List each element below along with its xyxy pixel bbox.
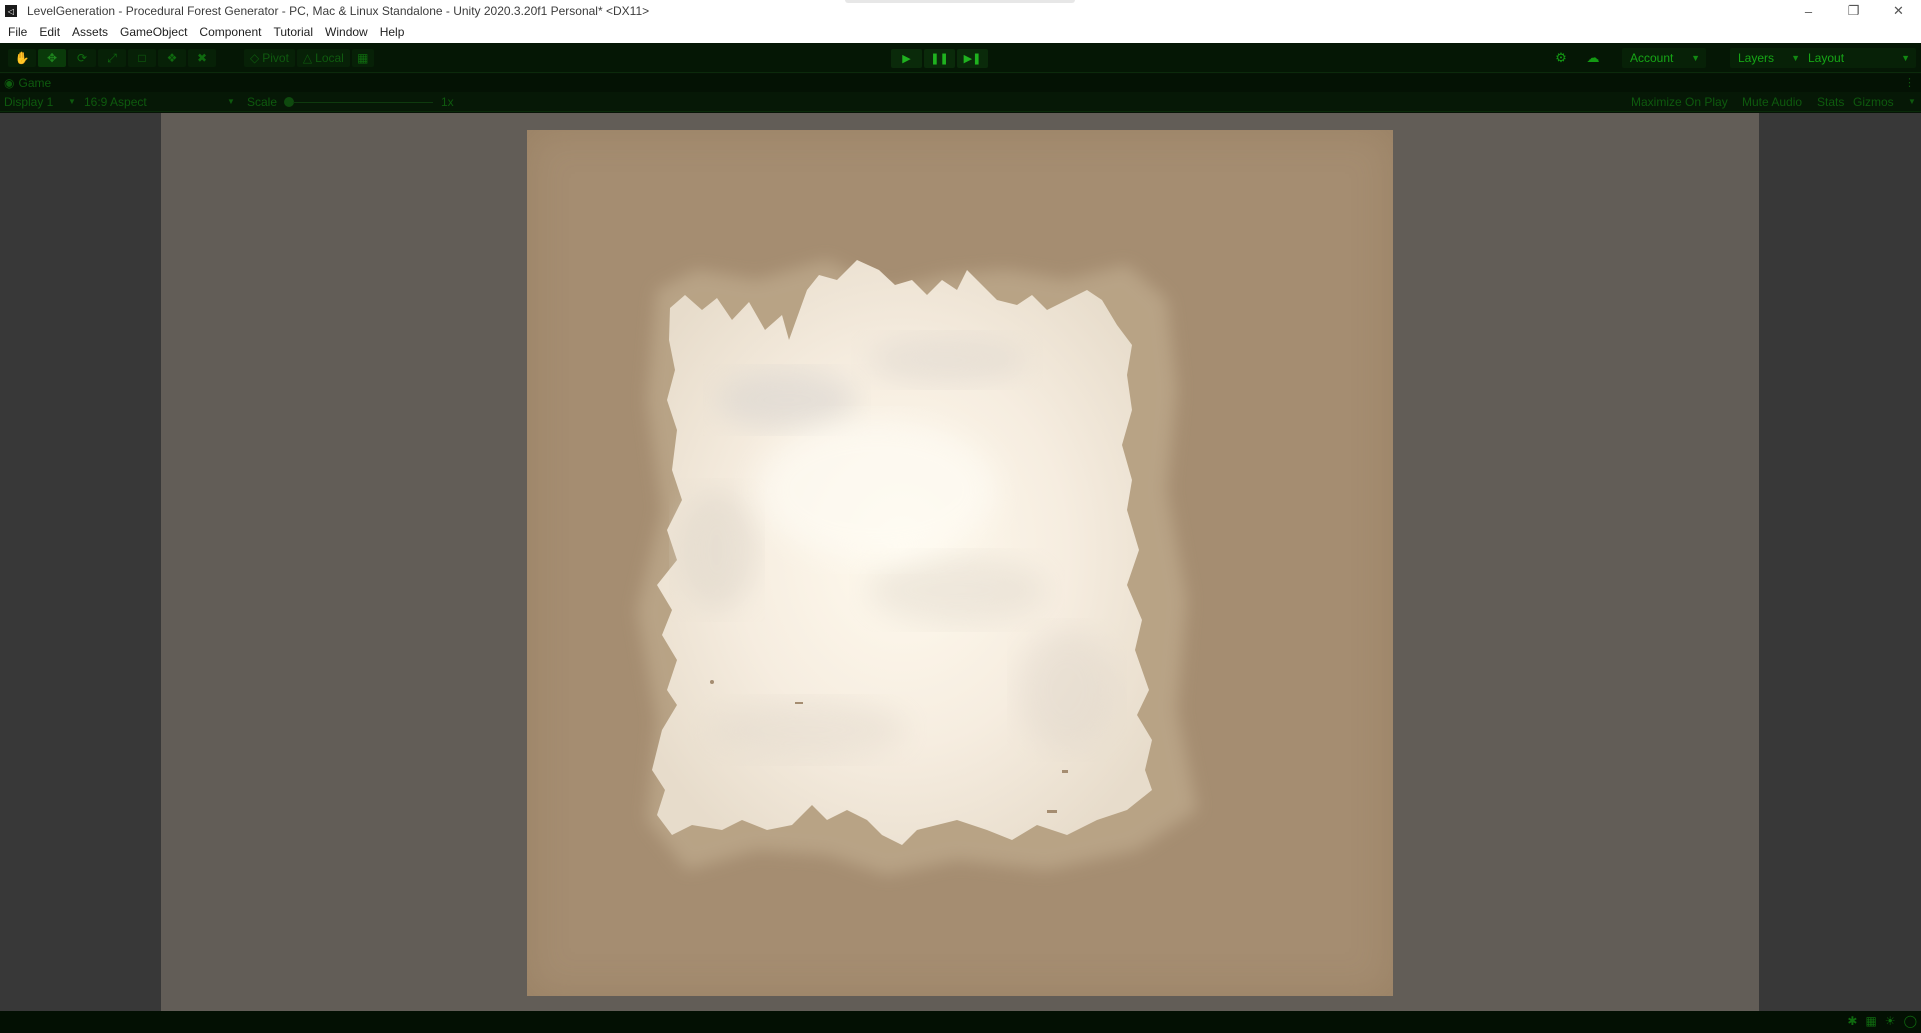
chevron-down-icon: ▼: [227, 97, 235, 106]
maximize-on-play-toggle[interactable]: Maximize On Play: [1631, 95, 1728, 109]
play-icon[interactable]: ▶: [891, 49, 922, 68]
account-dropdown[interactable]: Account ▼: [1622, 48, 1706, 68]
pivot-label: Pivot: [262, 51, 289, 65]
pivot-toggle[interactable]: ◇ Pivot: [244, 49, 295, 67]
pause-icon[interactable]: ❚❚: [924, 49, 955, 68]
unity-editor-window: ◁ LevelGeneration - Procedural Forest Ge…: [0, 0, 1921, 1033]
local-label: Local: [315, 51, 344, 65]
layers-dropdown-wrap: Layers ▼: [1730, 48, 1806, 68]
menu-assets[interactable]: Assets: [66, 22, 114, 43]
chevron-down-icon: ▼: [68, 97, 76, 106]
move-tool-icon[interactable]: ✥: [38, 49, 66, 67]
pivot-icon: ◇: [250, 51, 260, 65]
display-dropdown[interactable]: Display 1: [4, 95, 53, 109]
step-icon[interactable]: ▶❚: [957, 49, 988, 68]
layers-label: Layers: [1738, 51, 1775, 65]
tab-game[interactable]: ◉ Game: [4, 74, 51, 92]
hand-tool-icon[interactable]: ✋: [8, 49, 36, 67]
transform-tool-icon[interactable]: ❖: [158, 49, 186, 67]
cloud-icon[interactable]: ☁: [1580, 48, 1606, 68]
chevron-down-icon: ▼: [1691, 53, 1700, 63]
terrain-plane: [527, 130, 1393, 996]
gamepad-icon: ◉: [4, 76, 15, 90]
window-controls: – ❐ ✕: [1786, 0, 1921, 22]
kebab-menu-icon[interactable]: ⋮: [1904, 76, 1915, 89]
main-toolbar: ✋ ✥ ⟳ ⤢ □ ❖ ✖ ◇ Pivot △ Local ▦ ▶ ❚❚ ▶❚ …: [0, 43, 1921, 73]
layout-dropdown-wrap: Layout ▼: [1800, 48, 1916, 68]
game-canvas[interactable]: [161, 113, 1759, 1011]
unity-logo-icon: ◁: [5, 5, 17, 17]
menu-bar: File Edit Assets GameObject Component Tu…: [0, 22, 1921, 43]
window-title: LevelGeneration - Procedural Forest Gene…: [27, 4, 650, 18]
chevron-down-icon: ▼: [1901, 53, 1910, 63]
game-tab-bar: ◉ Game ⋮: [0, 74, 1921, 92]
layout-label: Layout: [1808, 51, 1845, 65]
transform-tools: ✋ ✥ ⟳ ⤢ □ ❖ ✖: [8, 49, 216, 67]
menu-gameobject[interactable]: GameObject: [114, 22, 193, 43]
title-drag-handle[interactable]: [845, 0, 1075, 3]
chevron-down-icon: ▼: [1908, 97, 1916, 106]
snow-terrain-image: [637, 260, 1197, 875]
menu-file[interactable]: File: [2, 22, 33, 43]
handle-toggles: ◇ Pivot △ Local ▦: [244, 49, 374, 67]
scale-slider[interactable]: [293, 102, 433, 103]
playmode-controls: ▶ ❚❚ ▶❚: [891, 49, 988, 68]
local-icon: △: [302, 51, 313, 65]
stats-toggle[interactable]: Stats: [1817, 95, 1844, 109]
tab-game-label: Game: [18, 76, 52, 90]
services-tools: ⚙ ☁: [1548, 48, 1606, 68]
menu-component[interactable]: Component: [193, 22, 267, 43]
collab-icon[interactable]: ⚙: [1548, 48, 1574, 68]
close-icon[interactable]: ✕: [1876, 0, 1921, 22]
debug-icon[interactable]: ✱: [1847, 1014, 1857, 1028]
status-bar: ✱ ▦ ☀ ◯: [0, 1011, 1921, 1033]
rect-tool-icon[interactable]: □: [128, 49, 156, 67]
cache-server-icon[interactable]: ▦: [1865, 1014, 1876, 1028]
auto-generate-lighting-icon[interactable]: ☀: [1885, 1014, 1896, 1028]
menu-window[interactable]: Window: [319, 22, 374, 43]
grid-snap-icon[interactable]: ▦: [351, 49, 374, 67]
game-view-controls: Display 1 ▼ 16:9 Aspect ▼ Scale 1x Maxim…: [0, 92, 1921, 112]
restore-icon[interactable]: ❐: [1831, 0, 1876, 22]
scale-tool-icon[interactable]: ⤢: [98, 49, 126, 67]
minimize-icon[interactable]: –: [1786, 0, 1831, 22]
local-toggle[interactable]: △ Local: [296, 49, 350, 67]
scale-label: Scale: [247, 95, 278, 109]
menu-tutorial[interactable]: Tutorial: [267, 22, 319, 43]
chevron-down-icon: ▼: [1791, 53, 1800, 63]
menu-help[interactable]: Help: [374, 22, 411, 43]
title-bar: ◁ LevelGeneration - Procedural Forest Ge…: [0, 0, 1921, 22]
layout-dropdown[interactable]: Layout ▼: [1800, 48, 1916, 68]
menu-edit[interactable]: Edit: [33, 22, 66, 43]
scale-value: 1x: [441, 95, 454, 109]
account-label: Account: [1630, 51, 1674, 65]
aspect-dropdown[interactable]: 16:9 Aspect: [84, 95, 147, 109]
layers-dropdown[interactable]: Layers ▼: [1730, 48, 1806, 68]
progress-icon[interactable]: ◯: [1904, 1014, 1917, 1028]
account-dropdown-wrap: Account ▼: [1622, 48, 1706, 68]
game-viewport[interactable]: [0, 113, 1921, 1011]
status-icons: ✱ ▦ ☀ ◯: [1847, 1014, 1917, 1028]
mute-audio-toggle[interactable]: Mute Audio: [1742, 95, 1802, 109]
gizmos-toggle[interactable]: Gizmos: [1853, 95, 1894, 109]
custom-tool-icon[interactable]: ✖: [188, 49, 216, 67]
rotate-tool-icon[interactable]: ⟳: [68, 49, 96, 67]
